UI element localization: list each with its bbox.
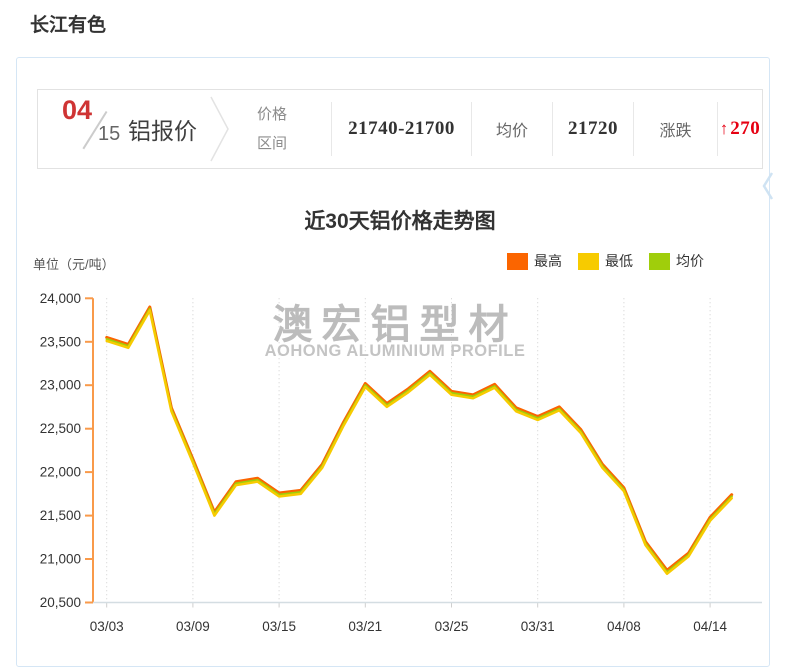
svg-text:04/14: 04/14 (693, 619, 727, 634)
change-value: ↑ 270 (720, 118, 761, 140)
svg-text:03/31: 03/31 (521, 619, 555, 634)
legend-item-low[interactable]: 最低 (578, 251, 633, 271)
legend-swatch-low (578, 253, 599, 270)
page-title: 长江有色 (30, 10, 106, 37)
svg-text:03/21: 03/21 (348, 619, 382, 634)
quote-date-month: 04 (62, 95, 92, 126)
trend-chart: 03/03 03/09 03/15 03/21 03/25 03/31 04/08 04/14… (0, 285, 800, 653)
svg-text:22,500: 22,500 (40, 421, 81, 436)
svg-text:24,000: 24,000 (40, 291, 81, 306)
product-name: 铝报价 (128, 112, 197, 146)
price-range-value: 21740-21700 (348, 118, 455, 140)
chart-title: 近30天铝价格走势图 (0, 205, 800, 235)
chart-unit-label: 单位（元/吨） (33, 254, 115, 273)
legend-item-avg[interactable]: 均价 (649, 251, 704, 271)
svg-text:23,000: 23,000 (40, 378, 81, 393)
svg-text:03/03: 03/03 (90, 619, 124, 634)
svg-text:AOHONG ALUMINIUM PROFILE: AOHONG ALUMINIUM PROFILE (265, 342, 526, 360)
quote-date-day: 15 (98, 123, 120, 146)
chevron-right-icon (209, 94, 231, 164)
avg-price-value: 21720 (568, 118, 618, 140)
quote-date: 04 15 (54, 99, 126, 159)
svg-text:22,000: 22,000 (40, 465, 81, 480)
quote-bar: 04 15 铝报价 价格 区间 21740-21700 均价 21720 涨跌 … (37, 89, 763, 169)
svg-text:23,500: 23,500 (40, 334, 81, 349)
up-arrow-icon: ↑ (720, 119, 729, 139)
panel-nav-chevron-icon[interactable] (761, 170, 775, 202)
svg-text:21,500: 21,500 (40, 508, 81, 523)
chart-legend: 最高 最低 均价 (507, 251, 704, 271)
svg-text:04/08: 04/08 (607, 619, 641, 634)
legend-swatch-avg (649, 253, 670, 270)
svg-text:澳宏铝型材: 澳宏铝型材 (273, 303, 518, 347)
change-label: 涨跌 (660, 117, 692, 141)
svg-text:21,000: 21,000 (40, 552, 81, 567)
svg-text:03/25: 03/25 (435, 619, 469, 634)
avg-price-label: 均价 (496, 117, 528, 141)
svg-text:03/09: 03/09 (176, 619, 210, 634)
svg-text:20,500: 20,500 (40, 595, 81, 610)
legend-swatch-high (507, 253, 528, 270)
range-label: 价格 区间 (257, 100, 287, 159)
legend-item-high[interactable]: 最高 (507, 251, 562, 271)
svg-text:03/15: 03/15 (262, 619, 296, 634)
